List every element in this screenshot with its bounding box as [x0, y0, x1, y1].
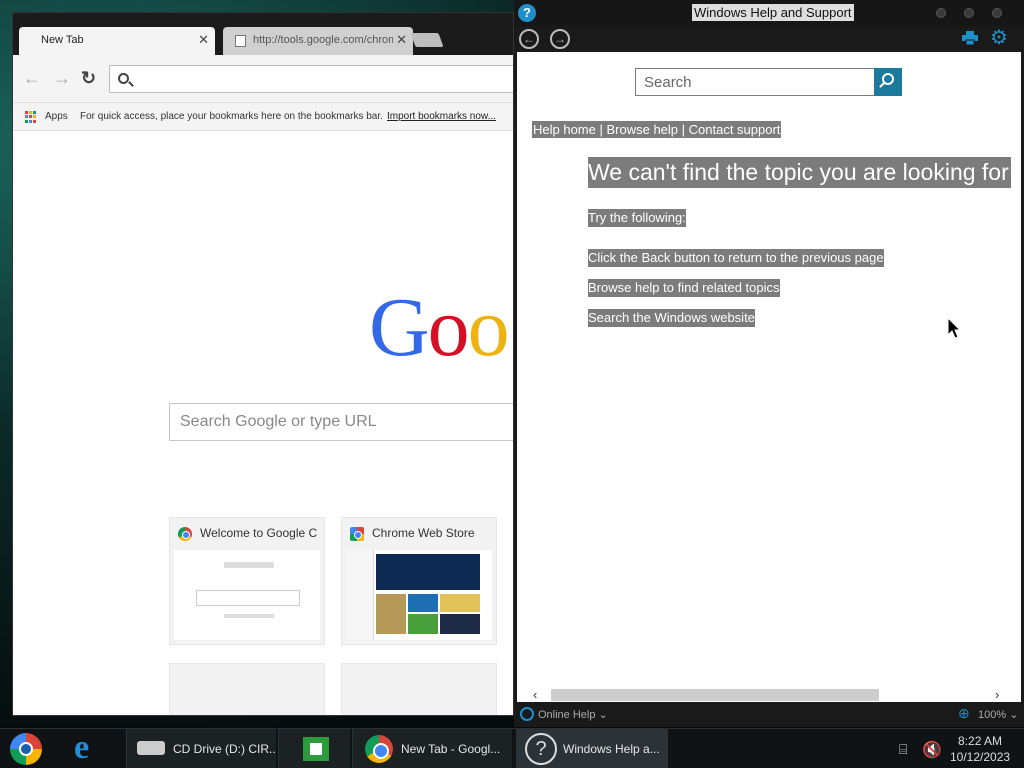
search-placeholder: Search Google or type URL [180, 413, 377, 430]
address-bar[interactable] [109, 65, 513, 93]
taskbar: e CD Drive (D:) CIR... New Tab - Googl..… [0, 728, 1024, 768]
bookmarks-hint: For quick access, place your bookmarks h… [80, 111, 383, 122]
tab-tools-google[interactable]: http://tools.google.com/chrome ✕ [223, 27, 413, 55]
tab-strip: New Tab ✕ http://tools.google.com/chrome… [13, 13, 513, 55]
close-tab-icon[interactable]: ✕ [198, 27, 209, 53]
orb-center [19, 742, 33, 756]
taskbar-help[interactable]: ? Windows Help a... [516, 729, 668, 768]
apps-link[interactable]: Apps [45, 111, 68, 122]
tab-label: New Tab [41, 34, 84, 46]
tile-title: Chrome Web Store [372, 526, 475, 540]
network-icon[interactable]: ⌸ [899, 741, 907, 758]
store-icon-window [310, 743, 322, 755]
internet-explorer-icon: e [74, 729, 90, 766]
help-search-input[interactable]: Search [635, 68, 875, 96]
windows-help-window: ? Windows Help and Support ← → ⚙ Search … [514, 0, 1024, 727]
taskbar-chrome[interactable]: New Tab - Googl... [352, 729, 512, 768]
cd-drive-icon [137, 741, 165, 755]
close-button[interactable] [992, 8, 1002, 18]
web-store-icon [350, 527, 364, 541]
tile-thumbnail [346, 550, 492, 640]
print-icon[interactable] [962, 31, 978, 45]
tip-back-button: Click the Back button to return to the p… [588, 249, 884, 267]
tile-title: Welcome to Google C [200, 526, 318, 540]
tile-thumbnail [174, 550, 320, 640]
reload-icon[interactable]: ↻ [81, 69, 96, 87]
chrome-window: New Tab ✕ http://tools.google.com/chrome… [12, 12, 514, 716]
zoom-menu[interactable]: 100% ⌄ [978, 708, 1018, 721]
internet-explorer-button[interactable]: e [72, 729, 106, 767]
online-help-menu[interactable]: Online Help ⌄ [538, 708, 608, 721]
tip-browse-help[interactable]: Browse help to find related topics [588, 279, 780, 297]
import-bookmarks-link[interactable]: Import bookmarks now... [387, 111, 496, 122]
gear-icon[interactable]: ⚙ [990, 28, 1008, 48]
system-clock[interactable]: 8:22 AM 10/12/2023 [950, 733, 1010, 765]
zoom-level: 100% [978, 709, 1007, 721]
tab-new-tab[interactable]: New Tab ✕ [19, 27, 215, 55]
try-following-label: Try the following: [588, 209, 686, 227]
maximize-button[interactable] [964, 8, 974, 18]
search-icon [118, 73, 129, 84]
help-icon: ? [525, 733, 557, 765]
chrome-icon [365, 735, 393, 763]
empty-tile [341, 663, 497, 715]
help-window-title: Windows Help and Support [692, 4, 854, 21]
google-logo: Goo [369, 281, 510, 374]
clock-time: 8:22 AM [958, 734, 1003, 748]
new-tab-page: Goo Search Google or type URL Welcome to… [13, 131, 513, 715]
taskbar-label: CD Drive (D:) CIR... [173, 742, 276, 756]
chrome-icon [178, 527, 192, 541]
tab-label: http://tools.google.com/chrome [253, 34, 393, 46]
online-help-label: Online Help [538, 709, 596, 721]
scroll-right-icon[interactable]: › [995, 688, 999, 702]
forward-arrow-icon[interactable]: → [53, 69, 71, 87]
help-search-button[interactable] [874, 68, 902, 96]
most-visited-tile[interactable]: Chrome Web Store [341, 517, 497, 645]
google-search-input[interactable]: Search Google or type URL [169, 403, 513, 441]
clock-date: 10/12/2023 [950, 750, 1011, 764]
empty-tile [169, 663, 325, 715]
zoom-icon: ⊕ [958, 705, 970, 721]
globe-icon [520, 707, 534, 721]
link-separator: | [595, 122, 607, 137]
back-circle-icon[interactable]: ← [519, 29, 539, 49]
help-statusbar: Online Help ⌄ ⊕ 100% ⌄ [514, 702, 1024, 727]
new-tab-button[interactable] [410, 33, 444, 47]
help-home-link[interactable]: Help home [533, 122, 596, 137]
search-icon [882, 73, 894, 85]
taskbar-store[interactable] [278, 729, 350, 768]
mouse-cursor-icon [947, 317, 961, 339]
back-arrow-icon[interactable]: ← [23, 69, 41, 87]
search-placeholder: Search [644, 74, 692, 91]
link-separator: | [678, 122, 689, 137]
tip-search-website[interactable]: Search the Windows website [588, 309, 755, 327]
close-tab-icon[interactable]: ✕ [396, 27, 407, 53]
scroll-thumb[interactable] [551, 689, 879, 701]
help-question-icon: ? [518, 4, 536, 22]
contact-support-link[interactable]: Contact support [689, 122, 781, 137]
forward-circle-icon[interactable]: → [550, 29, 570, 49]
taskbar-cd-drive[interactable]: CD Drive (D:) CIR... [126, 729, 276, 768]
help-titlebar: ? Windows Help and Support [514, 0, 1024, 26]
start-button[interactable] [10, 731, 44, 767]
chrome-toolbar: ← → ↻ [13, 55, 513, 103]
page-icon [235, 35, 246, 47]
help-content: Search Help home | Browse help | Contact… [517, 52, 1021, 688]
most-visited-tile[interactable]: Welcome to Google C [169, 517, 325, 645]
bookmarks-bar: Apps For quick access, place your bookma… [13, 103, 513, 131]
taskbar-label: Windows Help a... [563, 742, 660, 756]
help-navbar: ← → ⚙ [514, 26, 1024, 52]
taskbar-label: New Tab - Googl... [401, 742, 501, 756]
help-links: Help home | Browse help | Contact suppor… [532, 121, 782, 138]
browse-help-link[interactable]: Browse help [606, 122, 678, 137]
minimize-button[interactable] [936, 8, 946, 18]
apps-grid-icon[interactable] [25, 111, 37, 123]
error-heading: We can't find the topic you are looking … [588, 157, 1011, 188]
horizontal-scrollbar[interactable]: ‹ › [517, 688, 1021, 702]
scroll-left-icon[interactable]: ‹ [533, 688, 537, 702]
volume-muted-icon[interactable]: 🔇 [922, 740, 942, 760]
